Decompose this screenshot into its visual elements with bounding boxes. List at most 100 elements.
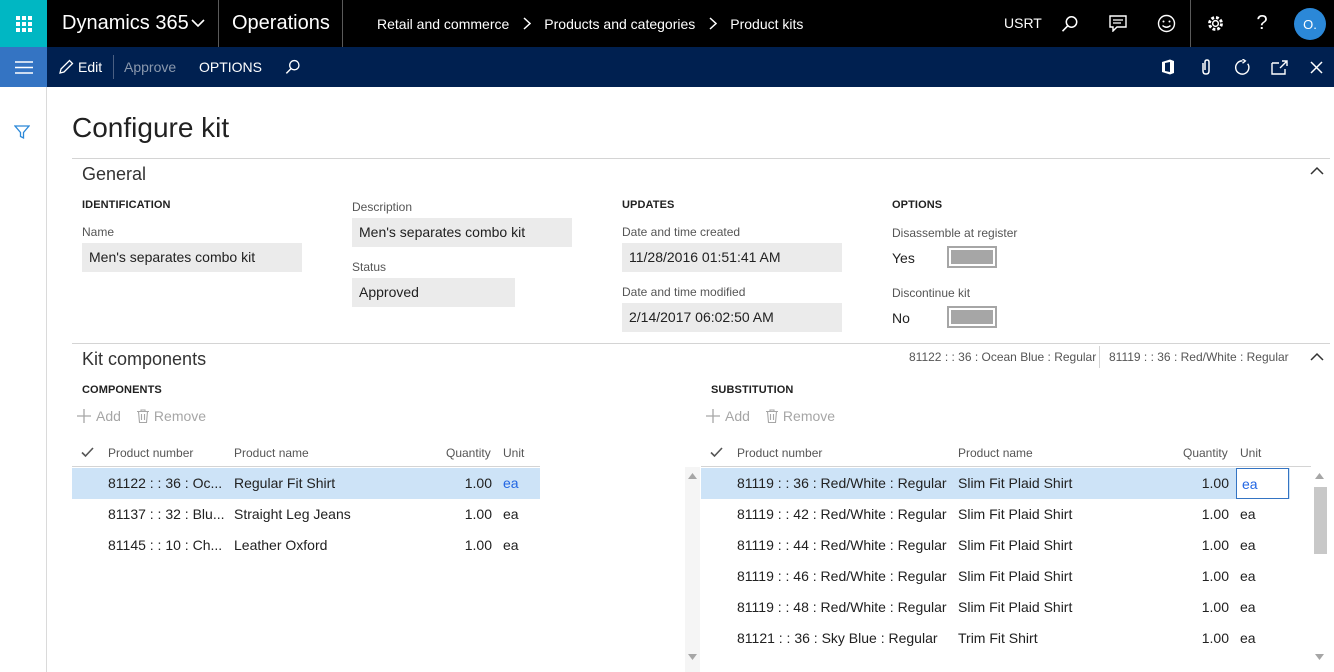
open-new-window-icon[interactable]: [1261, 47, 1297, 87]
brand-title[interactable]: Dynamics 365: [62, 0, 189, 47]
navigation-menu-button[interactable]: [0, 47, 47, 87]
help-icon[interactable]: ?: [1242, 0, 1282, 47]
filter-icon[interactable]: [14, 124, 30, 140]
trash-icon: [765, 409, 778, 423]
product-number-cell: 81119 : : 36 : Red/White : Regular: [737, 475, 947, 491]
select-all-checkmark-icon[interactable]: [710, 447, 723, 458]
divider: [1190, 0, 1191, 47]
breadcrumb-item[interactable]: Products and categories: [544, 16, 695, 32]
column-header-product-name[interactable]: Product name: [234, 446, 309, 460]
scroll-down-arrow-icon[interactable]: [688, 654, 697, 660]
scroll-up-arrow-icon[interactable]: [688, 473, 697, 479]
breadcrumb: Retail and commerce Products and categor…: [377, 0, 803, 47]
remove-button[interactable]: Remove: [783, 408, 835, 424]
status-label: Status: [352, 260, 387, 274]
divider: [342, 0, 343, 47]
breadcrumb-item[interactable]: Product kits: [730, 16, 803, 32]
add-button[interactable]: Add: [96, 408, 121, 424]
unit-cell[interactable]: ea: [1236, 468, 1289, 499]
unit-cell[interactable]: ea: [503, 468, 533, 499]
app-launcher-button[interactable]: [0, 0, 47, 47]
office-icon[interactable]: [1150, 47, 1186, 87]
column-header-unit[interactable]: Unit: [503, 446, 524, 460]
options-tab[interactable]: OPTIONS: [199, 47, 262, 87]
table-row[interactable]: 81119 : : 46 : Red/White : Regular Slim …: [701, 561, 1290, 592]
column-header-product-name[interactable]: Product name: [958, 446, 1033, 460]
column-header-unit[interactable]: Unit: [1240, 446, 1261, 460]
substitution-header: SUBSTITUTION: [711, 384, 794, 396]
name-field[interactable]: Men's separates combo kit: [82, 243, 302, 272]
table-row[interactable]: 81119 : : 48 : Red/White : Regular Slim …: [701, 592, 1290, 623]
module-title[interactable]: Operations: [232, 0, 330, 47]
table-row[interactable]: 81137 : : 32 : Blu... Straight Leg Jeans…: [72, 499, 540, 530]
approve-button[interactable]: Approve: [124, 47, 176, 87]
search-icon[interactable]: [275, 47, 311, 87]
column-header-quantity[interactable]: Quantity: [1183, 446, 1228, 460]
unit-cell: ea: [503, 537, 519, 553]
unit-cell: ea: [1240, 630, 1256, 646]
disassemble-toggle[interactable]: [947, 246, 997, 268]
avatar[interactable]: O.: [1294, 8, 1326, 40]
updates-header: UPDATES: [622, 199, 675, 211]
paperclip-icon[interactable]: [1188, 47, 1224, 87]
product-number-cell: 81145 : : 10 : Ch...: [108, 537, 223, 553]
components-toolbar: Add Remove: [77, 408, 206, 424]
page-title: Configure kit: [72, 112, 230, 143]
disassemble-value: Yes: [892, 250, 915, 266]
table-row[interactable]: 81122 : : 36 : Oc... Regular Fit Shirt 1…: [72, 468, 540, 499]
search-icon[interactable]: [1050, 0, 1090, 47]
add-button[interactable]: Add: [725, 408, 750, 424]
options-header: OPTIONS: [892, 199, 943, 211]
unit-cell: ea: [1240, 537, 1256, 553]
column-header-product-number[interactable]: Product number: [108, 446, 193, 460]
company-picker[interactable]: USRT: [1004, 0, 1042, 47]
name-label: Name: [82, 225, 115, 239]
column-header-product-number[interactable]: Product number: [737, 446, 822, 460]
product-number-cell: 81119 : : 46 : Red/White : Regular: [737, 568, 947, 584]
chevron-up-icon[interactable]: [1310, 166, 1324, 176]
breadcrumb-item[interactable]: Retail and commerce: [377, 16, 509, 32]
quantity-cell: 1.00: [1201, 568, 1229, 584]
quantity-cell: 1.00: [1201, 630, 1229, 646]
message-icon[interactable]: [1098, 0, 1138, 47]
quantity-cell: 1.00: [464, 537, 492, 553]
select-all-checkmark-icon[interactable]: [81, 447, 94, 458]
table-row[interactable]: 81121 : : 36 : Sky Blue : Regular Trim F…: [701, 623, 1290, 654]
divider: [72, 158, 1330, 159]
table-row[interactable]: 81119 : : 44 : Red/White : Regular Slim …: [701, 530, 1290, 561]
filter-pane: [0, 87, 47, 672]
created-field[interactable]: 11/28/2016 01:51:41 AM: [622, 243, 842, 272]
chevron-up-icon[interactable]: [1310, 352, 1324, 362]
table-row[interactable]: 81119 : : 36 : Red/White : Regular Slim …: [701, 468, 1290, 499]
gear-icon[interactable]: [1195, 0, 1235, 47]
modified-field[interactable]: 2/14/2017 06:02:50 AM: [622, 303, 842, 332]
column-header-quantity[interactable]: Quantity: [446, 446, 491, 460]
scroll-down-arrow-icon[interactable]: [1315, 654, 1324, 660]
product-number-cell: 81119 : : 42 : Red/White : Regular: [737, 506, 947, 522]
scrollbar-left[interactable]: [685, 467, 700, 672]
table-row[interactable]: 81119 : : 42 : Red/White : Regular Slim …: [701, 499, 1290, 530]
divider: [72, 343, 1330, 344]
discontinue-value: No: [892, 310, 910, 326]
quantity-cell: 1.00: [464, 506, 492, 522]
remove-button[interactable]: Remove: [154, 408, 206, 424]
product-name-cell: Slim Fit Plaid Shirt: [958, 599, 1073, 615]
unit-cell: ea: [1240, 506, 1256, 522]
description-field[interactable]: Men's separates combo kit: [352, 218, 572, 247]
discontinue-toggle[interactable]: [947, 306, 997, 328]
refresh-icon[interactable]: [1224, 47, 1260, 87]
table-row[interactable]: 81145 : : 10 : Ch... Leather Oxford 1.00…: [72, 530, 540, 561]
description-label: Description: [352, 200, 413, 214]
product-name-cell: Trim Fit Shirt: [958, 630, 1038, 646]
close-icon[interactable]: [1298, 47, 1334, 87]
status-field[interactable]: Approved: [352, 278, 515, 307]
quantity-cell: 1.00: [1201, 537, 1229, 553]
scroll-up-arrow-icon[interactable]: [1315, 473, 1324, 479]
general-section-header[interactable]: General: [82, 164, 146, 185]
product-name-cell: Slim Fit Plaid Shirt: [958, 475, 1073, 491]
scrollbar-thumb[interactable]: [1314, 487, 1327, 554]
smiley-icon[interactable]: [1146, 0, 1186, 47]
kit-components-section-header[interactable]: Kit components: [82, 349, 206, 370]
chevron-down-icon[interactable]: [190, 15, 206, 31]
edit-button[interactable]: Edit: [78, 47, 102, 87]
